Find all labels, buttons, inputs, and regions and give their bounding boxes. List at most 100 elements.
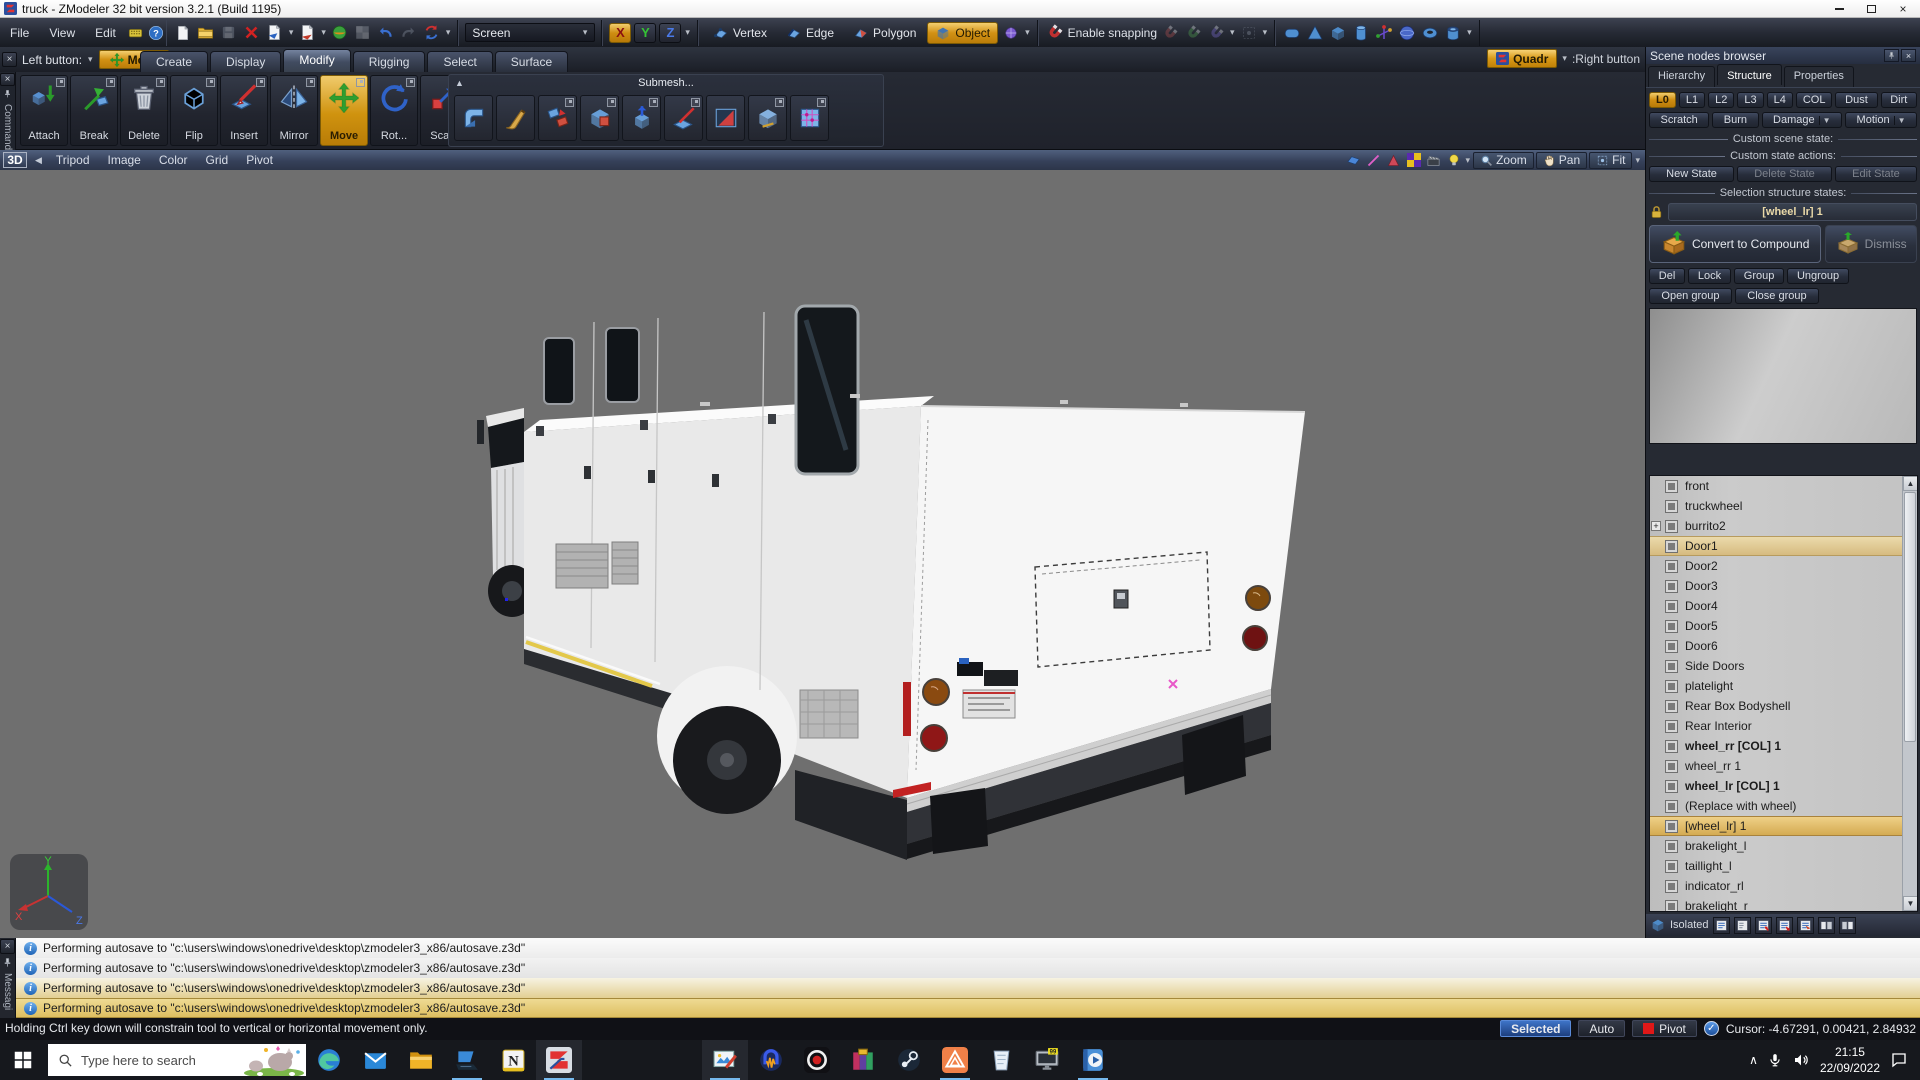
- tab-modify[interactable]: Modify: [283, 49, 350, 72]
- taskbar-icon-paint[interactable]: [702, 1040, 748, 1080]
- selected-state-name[interactable]: [wheel_lr] 1: [1668, 203, 1917, 221]
- import-dropdown[interactable]: ▾: [288, 27, 295, 38]
- node-visibility-icon[interactable]: [1665, 640, 1678, 653]
- submesh-header[interactable]: ▲ Submesh...: [449, 75, 883, 91]
- node-visibility-icon[interactable]: [1665, 700, 1678, 713]
- zoom-button[interactable]: Zoom: [1473, 152, 1534, 169]
- node-visibility-icon[interactable]: [1665, 480, 1678, 493]
- primitive-dummy-icon[interactable]: [1374, 23, 1394, 43]
- close-icon[interactable]: ×: [1901, 49, 1916, 62]
- scroll-up-icon[interactable]: ▲: [1903, 476, 1918, 491]
- message-row[interactable]: iPerforming autosave to "c:\users\window…: [16, 958, 1920, 978]
- quadr-button[interactable]: Quadr: [1487, 49, 1557, 68]
- node-row[interactable]: [wheel_lr] 1: [1650, 816, 1917, 836]
- message-row[interactable]: iPerforming autosave to "c:\users\window…: [16, 978, 1920, 998]
- isolated-label[interactable]: Isolated: [1670, 919, 1709, 931]
- taskbar-search[interactable]: [48, 1044, 306, 1076]
- add-column-icon[interactable]: [1818, 917, 1835, 934]
- tool-move[interactable]: Move: [320, 75, 368, 146]
- save-file-icon[interactable]: [219, 23, 239, 43]
- refresh-icon[interactable]: [422, 23, 442, 43]
- tab-select[interactable]: Select: [427, 51, 492, 72]
- message-row[interactable]: iPerforming autosave to "c:\users\window…: [16, 998, 1920, 1018]
- pin-icon[interactable]: [1884, 49, 1899, 62]
- menu-file[interactable]: File: [0, 23, 39, 43]
- viewport-menu-image[interactable]: Image: [108, 153, 141, 167]
- tool-options-icon[interactable]: [356, 78, 365, 87]
- taskbar-icon-notepad[interactable]: [978, 1040, 1024, 1080]
- auto-button[interactable]: Auto: [1578, 1020, 1625, 1037]
- node-visibility-icon[interactable]: [1665, 800, 1678, 813]
- primitive-box-icon[interactable]: [1282, 23, 1302, 43]
- node-visibility-icon[interactable]: [1665, 820, 1678, 833]
- node-row[interactable]: Door6: [1650, 636, 1917, 656]
- submesh-tool-brush[interactable]: [496, 95, 535, 141]
- truck-model[interactable]: [0, 170, 1645, 938]
- help-icon[interactable]: ?: [146, 23, 166, 43]
- node-list-scrollbar[interactable]: ▲ ▼: [1902, 476, 1917, 911]
- back-arrow-icon[interactable]: ◀: [35, 155, 42, 166]
- state-damage-button[interactable]: Damage▼: [1762, 112, 1843, 128]
- taskbar-icon-mail[interactable]: [352, 1040, 398, 1080]
- node-visibility-icon[interactable]: [1665, 780, 1678, 793]
- layer-l1-button[interactable]: L1: [1679, 92, 1705, 108]
- lock-icon[interactable]: [1649, 205, 1664, 220]
- scroll-down-icon[interactable]: ▼: [1903, 896, 1918, 911]
- snap-vertex-icon[interactable]: [1160, 23, 1180, 43]
- texture-checker-icon[interactable]: [1405, 152, 1423, 168]
- tool-options-icon[interactable]: [256, 78, 265, 87]
- taskbar-icon-remote-desktop[interactable]: [444, 1040, 490, 1080]
- wireframe-pen-icon[interactable]: [1365, 152, 1383, 168]
- viewport-menu-tripod[interactable]: Tripod: [56, 153, 90, 167]
- tab-surface[interactable]: Surface: [495, 51, 568, 72]
- node-row[interactable]: taillight_l: [1650, 856, 1917, 876]
- node-row[interactable]: wheel_rr [COL] 1: [1650, 736, 1917, 756]
- lock-button[interactable]: Lock: [1688, 268, 1731, 284]
- node-row[interactable]: Door5: [1650, 616, 1917, 636]
- state-motion-button[interactable]: Motion▼: [1845, 112, 1917, 128]
- snap-edge-icon[interactable]: [1183, 23, 1203, 43]
- toolbar-overflow[interactable]: ▾: [445, 27, 452, 38]
- state-burn-button[interactable]: Burn: [1712, 112, 1758, 128]
- volume-icon[interactable]: [1792, 1052, 1810, 1068]
- axis-x-button[interactable]: X: [609, 23, 631, 43]
- primitive-sphere-icon[interactable]: [1397, 23, 1417, 43]
- layer-dirt-button[interactable]: Dirt: [1881, 92, 1918, 108]
- check-icon[interactable]: ✓: [1704, 1021, 1719, 1036]
- node-row[interactable]: Rear Box Bodyshell: [1650, 696, 1917, 716]
- tool-options-icon[interactable]: [106, 78, 115, 87]
- node-visibility-icon[interactable]: [1665, 520, 1678, 533]
- node-row[interactable]: truckwheel: [1650, 496, 1917, 516]
- tray-chevron-icon[interactable]: ∧: [1749, 1053, 1758, 1067]
- primitive-tube-icon[interactable]: [1443, 23, 1463, 43]
- material-icon[interactable]: [353, 23, 373, 43]
- node-visibility-icon[interactable]: [1665, 600, 1678, 613]
- panel-close-icon[interactable]: ×: [2, 52, 17, 67]
- export-dropdown[interactable]: ▾: [320, 27, 327, 38]
- taskbar-icon-zmodeler[interactable]: [536, 1040, 582, 1080]
- node-visibility-icon[interactable]: [1665, 580, 1678, 593]
- node-row[interactable]: Rear Interior: [1650, 716, 1917, 736]
- primitive-torus-icon[interactable]: [1420, 23, 1440, 43]
- mode-object-button[interactable]: Object: [927, 22, 998, 44]
- taskbar-icon-notepad-plus[interactable]: N: [490, 1040, 536, 1080]
- taskbar-icon-file-explorer[interactable]: [398, 1040, 444, 1080]
- node-row[interactable]: wheel_rr 1: [1650, 756, 1917, 776]
- pan-button[interactable]: Pan: [1536, 152, 1587, 169]
- snap-grid-icon[interactable]: [1206, 23, 1226, 43]
- left-button-dropdown[interactable]: ▾: [87, 54, 94, 65]
- fit-button[interactable]: Fit: [1589, 152, 1632, 169]
- node-visibility-icon[interactable]: [1665, 620, 1678, 633]
- tool-break[interactable]: Break: [70, 75, 118, 146]
- export-icon[interactable]: [297, 23, 317, 43]
- primitive-cylinder-icon[interactable]: [1351, 23, 1371, 43]
- primitive-cube-icon[interactable]: [1328, 23, 1348, 43]
- node-visibility-icon[interactable]: [1665, 740, 1678, 753]
- tool-delete[interactable]: Delete: [120, 75, 168, 146]
- taskbar-icon-orange-triangle-app[interactable]: [932, 1040, 978, 1080]
- node-row[interactable]: indicator_rl: [1650, 876, 1917, 896]
- snapping-label[interactable]: Enable snapping: [1068, 26, 1157, 40]
- submesh-tool-triangulate[interactable]: [706, 95, 745, 141]
- ungroup-button[interactable]: Ungroup: [1787, 268, 1849, 284]
- del-button[interactable]: Del: [1649, 268, 1685, 284]
